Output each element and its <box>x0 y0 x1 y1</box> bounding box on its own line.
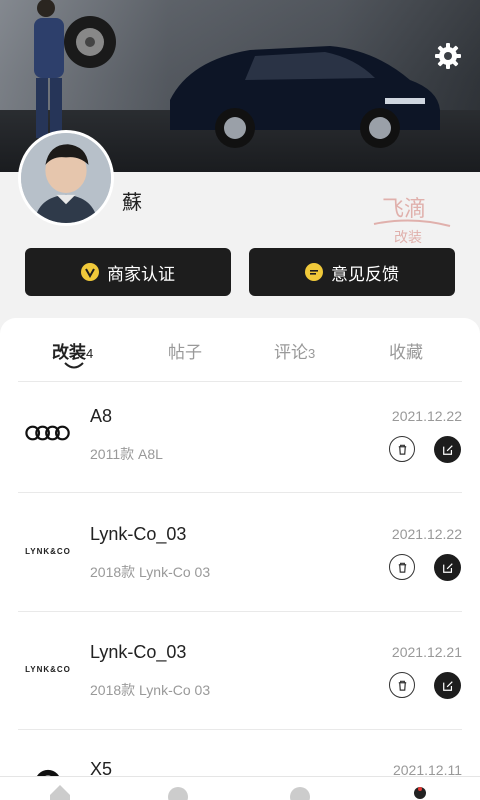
chat-icon <box>305 263 323 281</box>
divider <box>18 611 462 612</box>
tab-count: 4 <box>86 346 94 361</box>
list-item[interactable]: A8 2011款 A8L 2021.12.22 <box>0 382 480 500</box>
tab-label: 收藏 <box>389 343 423 362</box>
divider <box>18 729 462 730</box>
username: 蘇 <box>122 190 142 214</box>
tab-label: 评论 <box>274 343 308 362</box>
audi-logo-icon <box>22 420 74 446</box>
nav-home[interactable] <box>48 783 72 800</box>
tab-favorites[interactable]: 收藏 <box>389 338 423 363</box>
profile-icon <box>414 787 426 799</box>
tab-count: 3 <box>308 346 316 361</box>
item-date: 2021.12.22 <box>391 408 462 424</box>
active-tab-indicator <box>64 362 84 369</box>
nav-explore[interactable] <box>288 783 312 800</box>
settings-button[interactable] <box>434 42 462 70</box>
home-icon <box>50 785 70 800</box>
mechanic-figure <box>34 0 116 138</box>
delete-button[interactable] <box>389 672 415 698</box>
delete-button[interactable] <box>389 436 415 462</box>
tab-bar: 改装4 帖子 评论3 收藏 <box>0 318 480 380</box>
feedback-button[interactable]: 意见反馈 <box>249 248 455 296</box>
compass-icon <box>290 787 310 800</box>
content-card: 改装4 帖子 评论3 收藏 A8 2011款 A8L 2021.12.22 LY… <box>0 318 480 800</box>
item-name: Lynk-Co_03 <box>90 642 187 662</box>
gear-icon <box>435 43 461 69</box>
bottom-nav-bar <box>0 776 480 800</box>
avatar-image <box>21 133 111 223</box>
item-date: 2021.12.21 <box>391 644 462 660</box>
tab-modifications[interactable]: 改装4 <box>52 338 93 363</box>
tab-comments[interactable]: 评论3 <box>274 338 315 363</box>
tab-label: 帖子 <box>168 343 202 362</box>
divider <box>18 492 462 493</box>
edit-button[interactable] <box>434 672 461 699</box>
merchant-certification-label: 商家认证 <box>107 264 175 284</box>
svg-text:飞滴: 飞滴 <box>382 197 426 222</box>
trash-icon <box>398 562 406 573</box>
item-spec: 2018款 Lynk-Co 03 <box>90 682 211 698</box>
tab-label: 改装 <box>52 343 86 362</box>
list-item[interactable]: LYNK&CO Lynk-Co_03 2018款 Lynk-Co 03 2021… <box>0 500 480 618</box>
item-spec: 2011款 A8L <box>90 446 163 462</box>
tab-posts[interactable]: 帖子 <box>168 338 202 363</box>
car-image <box>170 46 440 148</box>
edit-button[interactable] <box>434 436 461 463</box>
avatar[interactable] <box>18 130 114 226</box>
svg-text:改装: 改装 <box>394 230 422 246</box>
v-badge-icon <box>81 263 99 281</box>
item-name: A8 <box>90 406 113 426</box>
profile-section: 蘇 飞滴 改装 商家认证 意见反馈 <box>0 130 480 322</box>
nav-profile[interactable] <box>408 783 432 800</box>
nav-discover[interactable] <box>166 783 190 800</box>
item-name: Lynk-Co_03 <box>90 524 187 544</box>
item-spec: 2018款 Lynk-Co 03 <box>90 564 211 580</box>
delete-button[interactable] <box>389 554 415 580</box>
lynk-co-logo-icon: LYNK&CO <box>25 546 71 556</box>
edit-button[interactable] <box>434 554 461 581</box>
lynk-co-logo-icon: LYNK&CO <box>25 664 71 674</box>
merchant-certification-button[interactable]: 商家认证 <box>25 248 231 296</box>
trash-icon <box>398 680 406 691</box>
feedback-label: 意见反馈 <box>331 264 399 284</box>
feather-icon <box>168 787 188 800</box>
edit-icon <box>442 444 453 455</box>
list-item[interactable]: LYNK&CO Lynk-Co_03 2018款 Lynk-Co 03 2021… <box>0 618 480 736</box>
app-watermark-logo: 飞滴 改装 <box>372 190 452 246</box>
edit-icon <box>442 562 453 573</box>
edit-icon <box>442 680 453 691</box>
trash-icon <box>398 444 406 455</box>
item-date: 2021.12.22 <box>391 526 462 542</box>
